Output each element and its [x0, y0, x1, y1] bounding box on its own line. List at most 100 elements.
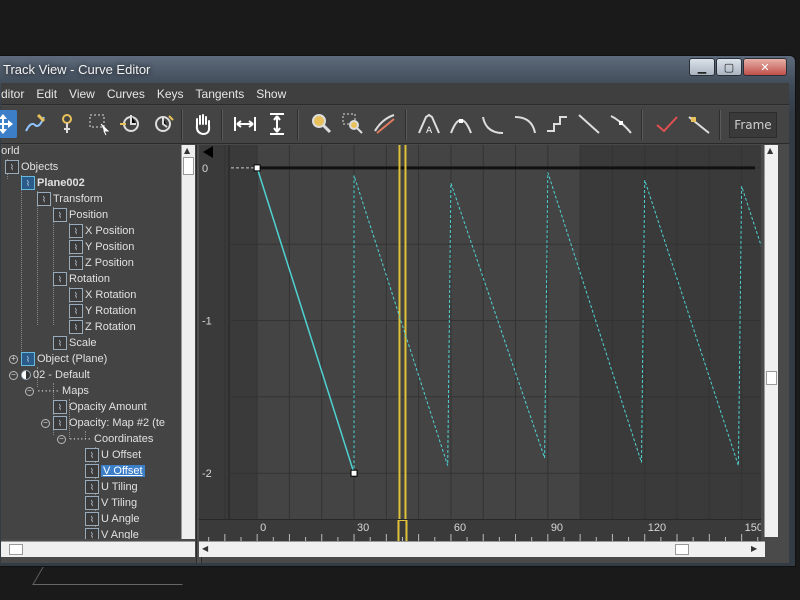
tree-item[interactable]: ⌇ Objects	[5, 159, 58, 175]
tree-item[interactable]: ⌇ Z Rotation	[69, 319, 136, 335]
isolate-curve-icon[interactable]	[371, 110, 399, 138]
x-tick-label: 150	[745, 522, 761, 534]
tree-item[interactable]: − ······ Coordinates	[57, 431, 153, 447]
add-keys-icon[interactable]	[53, 110, 81, 138]
float-track-icon: ⌇	[85, 528, 99, 539]
title-bar[interactable]: Track View - Curve Editor ▁ ▢ ✕	[0, 56, 795, 84]
tangent-slow-icon[interactable]	[511, 110, 539, 138]
desktop: Track View - Curve Editor ▁ ▢ ✕ ditor Ed…	[0, 0, 800, 600]
tree-vertical-scrollbar[interactable]: ▲	[181, 145, 195, 539]
tree-item[interactable]: ⌇ U Tiling	[85, 479, 138, 495]
graph-hscroll-thumb[interactable]	[675, 544, 689, 555]
scroll-right-arrow[interactable]: ▶	[751, 544, 757, 553]
fit-horizontal-icon[interactable]	[231, 110, 259, 138]
menu-edit[interactable]: Edit	[30, 83, 63, 105]
svg-text:A: A	[426, 126, 433, 136]
scroll-up-arrow[interactable]: ▲	[184, 146, 190, 155]
float-track-icon: ⌇	[85, 448, 99, 462]
tree-item[interactable]: ⌇ X Rotation	[69, 287, 136, 303]
tree-item[interactable]: − ⌇ Opacity: Map #2 (te	[41, 415, 165, 431]
toolbar-separator	[181, 110, 183, 140]
menu-editor[interactable]: ditor	[1, 83, 30, 105]
menu-tangents[interactable]: Tangents	[190, 83, 251, 105]
collapse-icon[interactable]: −	[41, 418, 50, 428]
tree-item-label: Opacity: Map #2 (te	[69, 417, 165, 429]
menu-view[interactable]: View	[63, 83, 101, 105]
menu-keys[interactable]: Keys	[151, 83, 190, 105]
retime-icon[interactable]	[117, 110, 145, 138]
x-tick-label: 30	[357, 522, 369, 534]
tree-item-label: V Offset	[101, 465, 145, 477]
tree-item[interactable]: ⌇ Position	[53, 207, 108, 223]
pan-icon[interactable]	[189, 110, 217, 138]
tangent-auto-icon[interactable]: A	[415, 110, 443, 138]
toolbar-separator	[405, 110, 407, 140]
tree-item[interactable]: ⌇ Rotation	[53, 271, 110, 287]
objects-icon: ⌇	[5, 160, 19, 174]
scroll-left-arrow[interactable]: ◀	[202, 544, 208, 553]
expand-icon[interactable]: +	[9, 354, 18, 364]
tree-item[interactable]: + ⌇ Object (Plane)	[9, 351, 107, 367]
tree-item[interactable]: ⌇ Z Position	[69, 255, 134, 271]
curve-graph[interactable]: 0 -1 -2	[199, 145, 761, 519]
float-track-icon: ⌇	[85, 496, 99, 510]
tree-item[interactable]: ⌇ V Angle	[85, 527, 139, 539]
graph-vertical-scrollbar[interactable]: ▲	[764, 145, 778, 537]
frame-ruler[interactable]: 0 30 60 90 120 150	[199, 519, 763, 543]
lock-tangents-icon[interactable]	[685, 110, 713, 138]
curve-graph-svg[interactable]: 0 -1 -2	[199, 145, 761, 519]
float-track-icon: ⌇	[53, 400, 67, 414]
zoom-region-icon[interactable]	[339, 110, 367, 138]
region-select-icon[interactable]	[85, 110, 113, 138]
tangent-fast-icon[interactable]	[479, 110, 507, 138]
tree-item[interactable]: ⌇ U Angle	[85, 511, 140, 527]
tree-item-label: X Position	[85, 225, 135, 237]
x-tick-label: 0	[260, 522, 266, 534]
tree-item[interactable]: ⌇ Plane002	[21, 175, 85, 191]
tree-item-label: Y Rotation	[85, 305, 137, 317]
tree-item[interactable]: − ······ Maps	[25, 383, 89, 399]
draw-curves-icon[interactable]	[21, 110, 49, 138]
tree-item[interactable]: ⌇ V Tiling	[85, 495, 137, 511]
tree-item[interactable]: World	[1, 145, 20, 159]
tree-item-label: Z Position	[85, 257, 134, 269]
tree-item[interactable]: ⌇ Opacity Amount	[53, 399, 147, 415]
fit-vertical-icon[interactable]	[263, 110, 291, 138]
scroll-up-arrow[interactable]: ▲	[767, 146, 773, 155]
tree-item[interactable]: ⌇ X Position	[69, 223, 135, 239]
tree-hscroll-thumb[interactable]	[9, 544, 23, 555]
x-tick-label: 60	[454, 522, 466, 534]
tree-item-label: Scale	[69, 337, 97, 349]
tree-item-label: U Offset	[101, 449, 142, 461]
frame-ruler-svg: 0 30 60 90 120 150	[208, 519, 763, 543]
tree-item[interactable]: ⌇ U Offset	[85, 447, 141, 463]
tree-item[interactable]: ⌇ V Offset	[85, 463, 145, 479]
zoom-icon[interactable]	[307, 110, 335, 138]
tangent-step-icon[interactable]	[543, 110, 571, 138]
collapse-icon[interactable]: −	[25, 386, 34, 396]
tree-horizontal-scrollbar[interactable]	[1, 541, 195, 557]
tangent-smooth-icon[interactable]	[607, 110, 635, 138]
graph-vscroll-thumb[interactable]	[766, 371, 777, 385]
tree-item[interactable]: ⌇ Y Rotation	[69, 303, 136, 319]
tree-item[interactable]: ⌇ Y Position	[69, 239, 134, 255]
tree-item[interactable]: − 02 - Default	[9, 367, 90, 383]
retime-all-icon[interactable]	[149, 110, 177, 138]
tree-item[interactable]: ⌇ Scale	[53, 335, 97, 351]
tree-item-label: Position	[69, 209, 109, 221]
tangent-spline-icon[interactable]	[447, 110, 475, 138]
graph-horizontal-scrollbar[interactable]: ◀ ▶	[199, 541, 765, 557]
collapse-icon[interactable]: −	[9, 370, 18, 380]
restore-button[interactable]: ▢	[716, 58, 742, 76]
tree-item[interactable]: ⌇ Transform	[37, 191, 103, 207]
show-tangents-icon[interactable]	[653, 110, 681, 138]
tangent-linear-icon[interactable]	[575, 110, 603, 138]
move-keys-icon[interactable]	[0, 110, 17, 138]
menu-curves[interactable]: Curves	[101, 83, 151, 105]
tree-scroll-thumb[interactable]	[183, 157, 194, 175]
menu-show[interactable]: Show	[250, 83, 292, 105]
close-button[interactable]: ✕	[743, 58, 787, 76]
minimize-button[interactable]: ▁	[689, 58, 715, 76]
collapse-icon[interactable]: −	[57, 434, 66, 444]
frame-button[interactable]: Frame	[729, 112, 777, 138]
